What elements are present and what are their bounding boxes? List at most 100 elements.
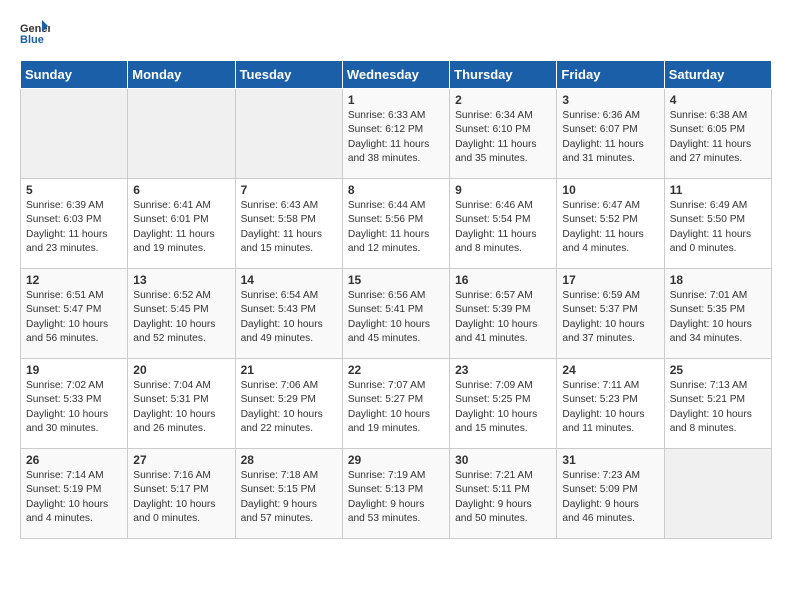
day-cell	[664, 449, 771, 539]
day-cell: 24 Sunrise: 7:11 AM Sunset: 5:23 PM Dayli…	[557, 359, 664, 449]
day-info: Sunrise: 7:18 AM Sunset: 5:15 PM Dayligh…	[241, 469, 337, 526]
day-number: 1	[348, 93, 444, 107]
day-cell: 25 Sunrise: 7:13 AM Sunset: 5:21 PM Dayli…	[664, 359, 771, 449]
day-cell: 23 Sunrise: 7:09 AM Sunset: 5:25 PM Dayli…	[450, 359, 557, 449]
day-number: 27	[133, 453, 229, 467]
day-number: 3	[562, 93, 658, 107]
day-info: Sunrise: 7:23 AM Sunset: 5:09 PM Dayligh…	[562, 469, 658, 526]
week-row-4: 19Sunrise: 7:02 AM Sunset: 5:33 PM Dayli…	[21, 359, 772, 449]
day-cell: 22 Sunrise: 7:07 AM Sunset: 5:27 PM Dayli…	[342, 359, 449, 449]
day-number: 28	[241, 453, 337, 467]
day-info: Sunrise: 6:57 AM Sunset: 5:39 PM Dayligh…	[455, 289, 551, 346]
week-row-1: 1 Sunrise: 6:33 AM Sunset: 6:12 PM Daylig…	[21, 89, 772, 179]
day-cell: 1 Sunrise: 6:33 AM Sunset: 6:12 PM Daylig…	[342, 89, 449, 179]
day-cell: 14 Sunrise: 6:54 AM Sunset: 5:43 PM Dayli…	[235, 269, 342, 359]
day-cell: 31Sunrise: 7:23 AM Sunset: 5:09 PM Dayli…	[557, 449, 664, 539]
day-info: Sunrise: 7:09 AM Sunset: 5:25 PM Dayligh…	[455, 379, 551, 436]
day-cell: 21Sunrise: 7:06 AM Sunset: 5:29 PM Dayli…	[235, 359, 342, 449]
day-info: Sunrise: 6:38 AM Sunset: 6:05 PM Dayligh…	[670, 109, 766, 166]
day-cell: 11 Sunrise: 6:49 AM Sunset: 5:50 PM Dayli…	[664, 179, 771, 269]
day-cell: 5 Sunrise: 6:39 AM Sunset: 6:03 PM Daylig…	[21, 179, 128, 269]
day-cell: 3 Sunrise: 6:36 AM Sunset: 6:07 PM Daylig…	[557, 89, 664, 179]
day-cell	[21, 89, 128, 179]
day-number: 26	[26, 453, 122, 467]
day-cell: 12Sunrise: 6:51 AM Sunset: 5:47 PM Dayli…	[21, 269, 128, 359]
day-number: 16	[455, 273, 551, 287]
day-info: Sunrise: 7:07 AM Sunset: 5:27 PM Dayligh…	[348, 379, 444, 436]
day-info: Sunrise: 6:41 AM Sunset: 6:01 PM Dayligh…	[133, 199, 229, 256]
day-info: Sunrise: 6:46 AM Sunset: 5:54 PM Dayligh…	[455, 199, 551, 256]
day-cell: 6 Sunrise: 6:41 AM Sunset: 6:01 PM Daylig…	[128, 179, 235, 269]
col-header-saturday: Saturday	[664, 61, 771, 89]
day-number: 9	[455, 183, 551, 197]
week-row-3: 12Sunrise: 6:51 AM Sunset: 5:47 PM Dayli…	[21, 269, 772, 359]
day-info: Sunrise: 6:36 AM Sunset: 6:07 PM Dayligh…	[562, 109, 658, 166]
day-cell: 4 Sunrise: 6:38 AM Sunset: 6:05 PM Daylig…	[664, 89, 771, 179]
day-cell: 30Sunrise: 7:21 AM Sunset: 5:11 PM Dayli…	[450, 449, 557, 539]
day-info: Sunrise: 6:52 AM Sunset: 5:45 PM Dayligh…	[133, 289, 229, 346]
day-info: Sunrise: 6:51 AM Sunset: 5:47 PM Dayligh…	[26, 289, 122, 346]
day-cell: 2Sunrise: 6:34 AM Sunset: 6:10 PM Daylig…	[450, 89, 557, 179]
day-cell: 10Sunrise: 6:47 AM Sunset: 5:52 PM Dayli…	[557, 179, 664, 269]
day-cell: 16 Sunrise: 6:57 AM Sunset: 5:39 PM Dayli…	[450, 269, 557, 359]
day-cell: 29Sunrise: 7:19 AM Sunset: 5:13 PM Dayli…	[342, 449, 449, 539]
day-number: 5	[26, 183, 122, 197]
day-cell: 8 Sunrise: 6:44 AM Sunset: 5:56 PM Daylig…	[342, 179, 449, 269]
day-cell: 18Sunrise: 7:01 AM Sunset: 5:35 PM Dayli…	[664, 269, 771, 359]
day-number: 20	[133, 363, 229, 377]
day-info: Sunrise: 7:11 AM Sunset: 5:23 PM Dayligh…	[562, 379, 658, 436]
calendar-table: SundayMondayTuesdayWednesdayThursdayFrid…	[20, 60, 772, 539]
day-number: 7	[241, 183, 337, 197]
col-header-thursday: Thursday	[450, 61, 557, 89]
day-info: Sunrise: 7:01 AM Sunset: 5:35 PM Dayligh…	[670, 289, 766, 346]
day-cell: 28 Sunrise: 7:18 AM Sunset: 5:15 PM Dayli…	[235, 449, 342, 539]
col-header-monday: Monday	[128, 61, 235, 89]
day-number: 17	[562, 273, 658, 287]
col-header-tuesday: Tuesday	[235, 61, 342, 89]
day-info: Sunrise: 7:14 AM Sunset: 5:19 PM Dayligh…	[26, 469, 122, 526]
header-row: SundayMondayTuesdayWednesdayThursdayFrid…	[21, 61, 772, 89]
day-info: Sunrise: 6:44 AM Sunset: 5:56 PM Dayligh…	[348, 199, 444, 256]
day-info: Sunrise: 6:33 AM Sunset: 6:12 PM Dayligh…	[348, 109, 444, 166]
day-info: Sunrise: 6:54 AM Sunset: 5:43 PM Dayligh…	[241, 289, 337, 346]
day-number: 2	[455, 93, 551, 107]
day-cell: 13 Sunrise: 6:52 AM Sunset: 5:45 PM Dayli…	[128, 269, 235, 359]
day-number: 4	[670, 93, 766, 107]
day-cell: 20 Sunrise: 7:04 AM Sunset: 5:31 PM Dayli…	[128, 359, 235, 449]
day-number: 11	[670, 183, 766, 197]
day-info: Sunrise: 7:13 AM Sunset: 5:21 PM Dayligh…	[670, 379, 766, 436]
day-number: 14	[241, 273, 337, 287]
day-number: 10	[562, 183, 658, 197]
day-number: 24	[562, 363, 658, 377]
day-info: Sunrise: 6:56 AM Sunset: 5:41 PM Dayligh…	[348, 289, 444, 346]
day-number: 6	[133, 183, 229, 197]
day-number: 8	[348, 183, 444, 197]
week-row-5: 26 Sunrise: 7:14 AM Sunset: 5:19 PM Dayli…	[21, 449, 772, 539]
day-number: 22	[348, 363, 444, 377]
day-number: 29	[348, 453, 444, 467]
day-number: 25	[670, 363, 766, 377]
logo: General Blue	[20, 20, 56, 44]
day-info: Sunrise: 7:21 AM Sunset: 5:11 PM Dayligh…	[455, 469, 551, 526]
page-header: General Blue	[20, 20, 772, 44]
day-number: 13	[133, 273, 229, 287]
col-header-sunday: Sunday	[21, 61, 128, 89]
day-number: 19	[26, 363, 122, 377]
day-cell	[128, 89, 235, 179]
logo-icon: General Blue	[20, 20, 50, 44]
day-cell: 7 Sunrise: 6:43 AM Sunset: 5:58 PM Daylig…	[235, 179, 342, 269]
week-row-2: 5 Sunrise: 6:39 AM Sunset: 6:03 PM Daylig…	[21, 179, 772, 269]
day-cell: 26 Sunrise: 7:14 AM Sunset: 5:19 PM Dayli…	[21, 449, 128, 539]
day-info: Sunrise: 6:43 AM Sunset: 5:58 PM Dayligh…	[241, 199, 337, 256]
day-cell: 17Sunrise: 6:59 AM Sunset: 5:37 PM Dayli…	[557, 269, 664, 359]
day-info: Sunrise: 7:16 AM Sunset: 5:17 PM Dayligh…	[133, 469, 229, 526]
svg-text:Blue: Blue	[20, 34, 44, 44]
day-info: Sunrise: 6:49 AM Sunset: 5:50 PM Dayligh…	[670, 199, 766, 256]
day-cell: 19Sunrise: 7:02 AM Sunset: 5:33 PM Dayli…	[21, 359, 128, 449]
day-info: Sunrise: 6:39 AM Sunset: 6:03 PM Dayligh…	[26, 199, 122, 256]
col-header-friday: Friday	[557, 61, 664, 89]
day-info: Sunrise: 7:06 AM Sunset: 5:29 PM Dayligh…	[241, 379, 337, 436]
day-number: 23	[455, 363, 551, 377]
day-cell	[235, 89, 342, 179]
day-info: Sunrise: 7:04 AM Sunset: 5:31 PM Dayligh…	[133, 379, 229, 436]
